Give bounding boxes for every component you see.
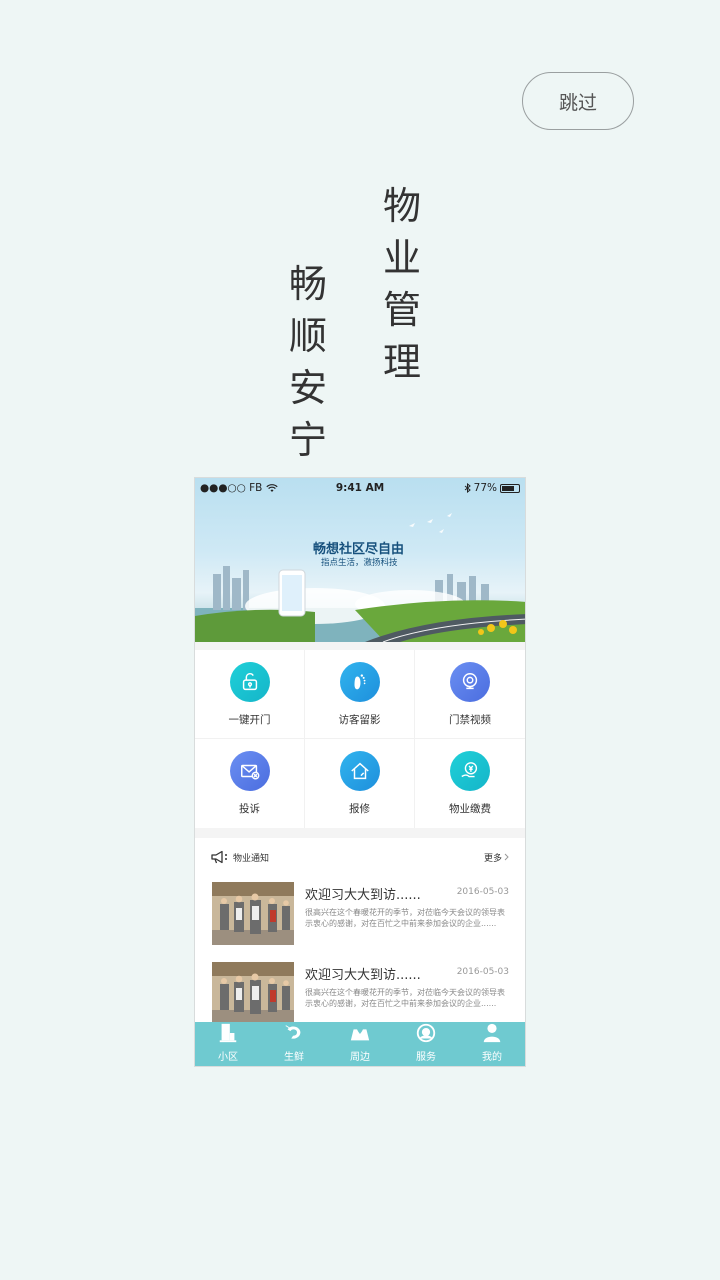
feature-mail[interactable]: 投诉 — [195, 739, 305, 828]
tab-service[interactable]: 服务 — [393, 1022, 459, 1066]
tab-map-pin[interactable]: 周边 — [327, 1022, 393, 1066]
shrimp-icon — [283, 1022, 305, 1047]
slogan-char: 管 — [382, 288, 421, 332]
wifi-icon — [266, 483, 279, 492]
tab-label: 生鲜 — [284, 1052, 304, 1063]
news-title: 欢迎习大大到访...... — [305, 968, 421, 983]
app-preview-phone: 畅想社区尽自由 指点生活，激扬科技 ●●●○○ FB 9:41 AM 77% 一… — [194, 477, 526, 1067]
slogan-char: 安 — [288, 366, 327, 410]
map-pin-icon — [349, 1022, 371, 1047]
megaphone-icon — [211, 850, 227, 864]
notice-panel: 物业通知 更多 欢迎习大大到访...... 2016-05-03 很高兴在这个春暖花… — [195, 838, 525, 1025]
tab-building[interactable]: 小区 — [195, 1022, 261, 1066]
more-link[interactable]: 更多 — [484, 851, 509, 864]
news-summary: 很高兴在这个春暖花开的季节，对莅临今天会议的领导表示衷心的感谢，对在百忙之中前来… — [305, 988, 505, 1008]
skip-button[interactable]: 跳过 — [522, 72, 634, 130]
feature-webcam[interactable]: 门禁视频 — [415, 650, 525, 739]
tab-label: 周边 — [350, 1052, 370, 1063]
news-summary: 很高兴在这个春暖花开的季节，对莅临今天会议的领导表示衷心的感谢，对在百忙之中前来… — [305, 908, 505, 928]
feature-label: 投诉 — [239, 803, 260, 815]
tab-label: 我的 — [482, 1052, 502, 1063]
tab-user[interactable]: 我的 — [459, 1022, 525, 1066]
tab-bar: 小区 生鲜 周边 服务 我的 — [195, 1022, 525, 1066]
news-photo — [212, 962, 294, 1025]
feature-unlock[interactable]: 一键开门 — [195, 650, 305, 739]
footprint-icon — [339, 661, 380, 702]
feature-label: 一键开门 — [228, 713, 271, 726]
service-icon — [415, 1022, 437, 1047]
feature-label: 门禁视频 — [449, 713, 491, 726]
feature-footprint[interactable]: 访客留影 — [305, 650, 415, 739]
banner-subtitle: 指点生活，激扬科技 — [321, 558, 398, 568]
news-thumbnail — [212, 882, 294, 945]
slogan-char: 畅 — [288, 262, 327, 306]
feature-label: 物业缴费 — [449, 803, 491, 815]
tab-label: 小区 — [218, 1052, 238, 1063]
news-title: 欢迎习大大到访...... — [305, 888, 421, 903]
slogan-char: 物 — [382, 184, 421, 228]
news-thumbnail — [212, 962, 294, 1025]
slogan-char: 业 — [382, 236, 421, 280]
slogan-property-management: 物 业 管 理 — [380, 180, 424, 388]
status-bar: ●●●○○ FB 9:41 AM 77% — [195, 478, 525, 498]
news-item[interactable]: 欢迎习大大到访...... 2016-05-03 很高兴在这个春暖花开的季节，对莅临… — [195, 876, 525, 956]
battery-icon — [500, 483, 520, 493]
carrier-label: ●●●○○ FB — [200, 482, 263, 494]
building-icon — [217, 1022, 239, 1047]
slogan-char: 理 — [382, 340, 421, 384]
bluetooth-icon — [464, 483, 471, 493]
banner: 畅想社区尽自由 指点生活，激扬科技 — [195, 478, 525, 642]
news-date: 2016-05-03 — [456, 967, 509, 977]
more-label: 更多 — [483, 853, 502, 864]
mail-icon — [229, 751, 270, 791]
webcam-icon — [450, 661, 490, 702]
banner-title: 畅想社区尽自由 — [313, 542, 405, 557]
feature-label: 报修 — [349, 803, 370, 815]
home-repair-icon — [339, 751, 380, 791]
chevron-right-icon — [504, 853, 509, 861]
feature-grid: 一键开门 访客留影 门禁视频投诉 报修 物业缴费 — [195, 650, 525, 828]
tab-shrimp[interactable]: 生鲜 — [261, 1022, 327, 1066]
feature-label: 访客留影 — [338, 713, 381, 726]
notice-title: 物业通知 — [233, 853, 270, 864]
news-photo — [212, 882, 294, 945]
yuan-hand-icon — [450, 751, 490, 791]
slogan-char: 宁 — [288, 418, 327, 462]
slogan-smooth-peaceful: 畅 顺 安 宁 — [286, 258, 330, 466]
tab-label: 服务 — [416, 1052, 436, 1063]
feature-yuan-hand[interactable]: 物业缴费 — [415, 739, 525, 828]
feature-home-repair[interactable]: 报修 — [305, 739, 415, 828]
unlock-icon — [229, 661, 270, 702]
slogan-char: 顺 — [288, 314, 327, 358]
user-icon — [481, 1022, 503, 1047]
news-date: 2016-05-03 — [456, 887, 509, 897]
battery-percent: 77% — [473, 482, 497, 494]
